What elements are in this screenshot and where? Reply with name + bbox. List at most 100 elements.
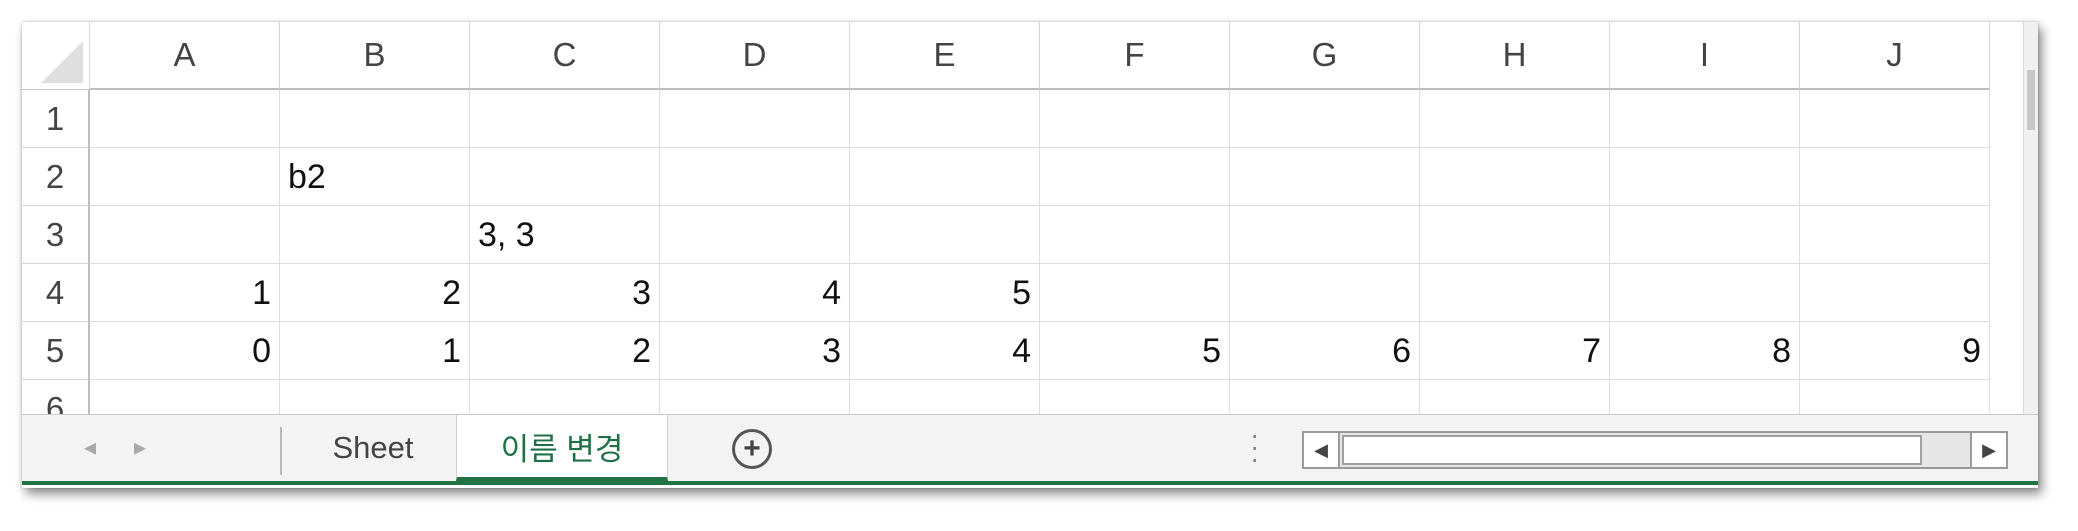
cell-e4[interactable]: 5 bbox=[850, 264, 1040, 322]
cell-b1[interactable] bbox=[280, 90, 470, 148]
cell-h3[interactable] bbox=[1420, 206, 1610, 264]
cell-c3[interactable]: 3, 3 bbox=[470, 206, 660, 264]
row-header-3[interactable]: 3 bbox=[22, 206, 90, 264]
cell-i1[interactable] bbox=[1610, 90, 1800, 148]
cell-h2[interactable] bbox=[1420, 148, 1610, 206]
cell-g2[interactable] bbox=[1230, 148, 1420, 206]
cell-f3[interactable] bbox=[1040, 206, 1230, 264]
cell-b5[interactable]: 1 bbox=[280, 322, 470, 380]
table-row: b2 bbox=[90, 148, 1990, 206]
cell-h4[interactable] bbox=[1420, 264, 1610, 322]
tab-sheet[interactable]: Sheet bbox=[290, 415, 456, 481]
cell-d1[interactable] bbox=[660, 90, 850, 148]
scroll-left-icon[interactable]: ◀ bbox=[1304, 433, 1340, 467]
cell-f2[interactable] bbox=[1040, 148, 1230, 206]
cell-g5[interactable]: 6 bbox=[1230, 322, 1420, 380]
column-header-b[interactable]: B bbox=[280, 22, 470, 90]
cell-i4[interactable] bbox=[1610, 264, 1800, 322]
cell-c2[interactable] bbox=[470, 148, 660, 206]
column-header-f[interactable]: F bbox=[1040, 22, 1230, 90]
column-header-e[interactable]: E bbox=[850, 22, 1040, 90]
row-header-1[interactable]: 1 bbox=[22, 90, 90, 148]
table-row bbox=[90, 380, 1990, 414]
row-header-2[interactable]: 2 bbox=[22, 148, 90, 206]
cell-d6[interactable] bbox=[660, 380, 850, 414]
cell-f4[interactable] bbox=[1040, 264, 1230, 322]
next-sheet-icon[interactable]: ▸ bbox=[134, 433, 146, 462]
cell-b3[interactable] bbox=[280, 206, 470, 264]
vertical-scroll-thumb[interactable] bbox=[2027, 70, 2035, 130]
column-header-i[interactable]: I bbox=[1610, 22, 1800, 90]
spreadsheet-window: A B C D E F G H I J 1 2 3 4 5 6 b2 3, 312… bbox=[22, 22, 2038, 488]
cell-a6[interactable] bbox=[90, 380, 280, 414]
cell-h5[interactable]: 7 bbox=[1420, 322, 1610, 380]
row-header-5[interactable]: 5 bbox=[22, 322, 90, 380]
cell-j5[interactable]: 9 bbox=[1800, 322, 1990, 380]
cell-d3[interactable] bbox=[660, 206, 850, 264]
prev-sheet-icon[interactable]: ◂ bbox=[84, 433, 96, 462]
cell-j4[interactable] bbox=[1800, 264, 1990, 322]
cell-i3[interactable] bbox=[1610, 206, 1800, 264]
cell-b2[interactable]: b2 bbox=[280, 148, 470, 206]
cell-c1[interactable] bbox=[470, 90, 660, 148]
column-header-j[interactable]: J bbox=[1800, 22, 1990, 90]
cell-c4[interactable]: 3 bbox=[470, 264, 660, 322]
cell-a4[interactable]: 1 bbox=[90, 264, 280, 322]
cell-a3[interactable] bbox=[90, 206, 280, 264]
cell-g3[interactable] bbox=[1230, 206, 1420, 264]
cell-area: b2 3, 3123450123456789 bbox=[90, 90, 1990, 414]
column-header-g[interactable]: G bbox=[1230, 22, 1420, 90]
horizontal-scrollbar[interactable]: ◀ ▶ bbox=[1302, 431, 2008, 469]
column-header-d[interactable]: D bbox=[660, 22, 850, 90]
cell-g4[interactable] bbox=[1230, 264, 1420, 322]
cell-f6[interactable] bbox=[1040, 380, 1230, 414]
scroll-right-icon[interactable]: ▶ bbox=[1970, 433, 2006, 467]
cell-g1[interactable] bbox=[1230, 90, 1420, 148]
cell-j3[interactable] bbox=[1800, 206, 1990, 264]
column-header-a[interactable]: A bbox=[90, 22, 280, 90]
cell-j6[interactable] bbox=[1800, 380, 1990, 414]
table-row bbox=[90, 90, 1990, 148]
cell-h6[interactable] bbox=[1420, 380, 1610, 414]
vertical-scrollbar[interactable] bbox=[2023, 22, 2038, 414]
row-header-6[interactable]: 6 bbox=[22, 380, 90, 414]
cell-d5[interactable]: 3 bbox=[660, 322, 850, 380]
cell-i6[interactable] bbox=[1610, 380, 1800, 414]
cell-b6[interactable] bbox=[280, 380, 470, 414]
cell-i5[interactable]: 8 bbox=[1610, 322, 1800, 380]
plus-icon: + bbox=[743, 432, 761, 465]
cell-g6[interactable] bbox=[1230, 380, 1420, 414]
horizontal-scroll-thumb[interactable] bbox=[1342, 435, 1922, 465]
cell-a2[interactable] bbox=[90, 148, 280, 206]
cell-b4[interactable]: 2 bbox=[280, 264, 470, 322]
vertical-ellipsis-icon[interactable]: · · · bbox=[1250, 421, 1259, 473]
cell-e6[interactable] bbox=[850, 380, 1040, 414]
accent-line bbox=[22, 481, 2038, 485]
select-all-corner[interactable] bbox=[22, 22, 90, 90]
cell-d4[interactable]: 4 bbox=[660, 264, 850, 322]
cell-i2[interactable] bbox=[1610, 148, 1800, 206]
cell-c6[interactable] bbox=[470, 380, 660, 414]
cell-f5[interactable]: 5 bbox=[1040, 322, 1230, 380]
column-header-h[interactable]: H bbox=[1420, 22, 1610, 90]
cell-a1[interactable] bbox=[90, 90, 280, 148]
tab-rename[interactable]: 이름 변경 bbox=[456, 415, 668, 481]
table-row: 3, 3 bbox=[90, 206, 1990, 264]
cell-a5[interactable]: 0 bbox=[90, 322, 280, 380]
cell-f1[interactable] bbox=[1040, 90, 1230, 148]
cell-h1[interactable] bbox=[1420, 90, 1610, 148]
cell-e2[interactable] bbox=[850, 148, 1040, 206]
row-headers: 1 2 3 4 5 6 bbox=[22, 90, 90, 414]
cell-j1[interactable] bbox=[1800, 90, 1990, 148]
cell-e3[interactable] bbox=[850, 206, 1040, 264]
cell-e5[interactable]: 4 bbox=[850, 322, 1040, 380]
cell-c5[interactable]: 2 bbox=[470, 322, 660, 380]
column-header-c[interactable]: C bbox=[470, 22, 660, 90]
cell-d2[interactable] bbox=[660, 148, 850, 206]
row-header-4[interactable]: 4 bbox=[22, 264, 90, 322]
cell-j2[interactable] bbox=[1800, 148, 1990, 206]
table-row: 12345 bbox=[90, 264, 1990, 322]
sheet-tab-bar: ◂ ▸ Sheet 이름 변경 + · · · ◀ ▶ bbox=[22, 414, 2038, 485]
add-sheet-button[interactable]: + bbox=[732, 429, 772, 469]
cell-e1[interactable] bbox=[850, 90, 1040, 148]
